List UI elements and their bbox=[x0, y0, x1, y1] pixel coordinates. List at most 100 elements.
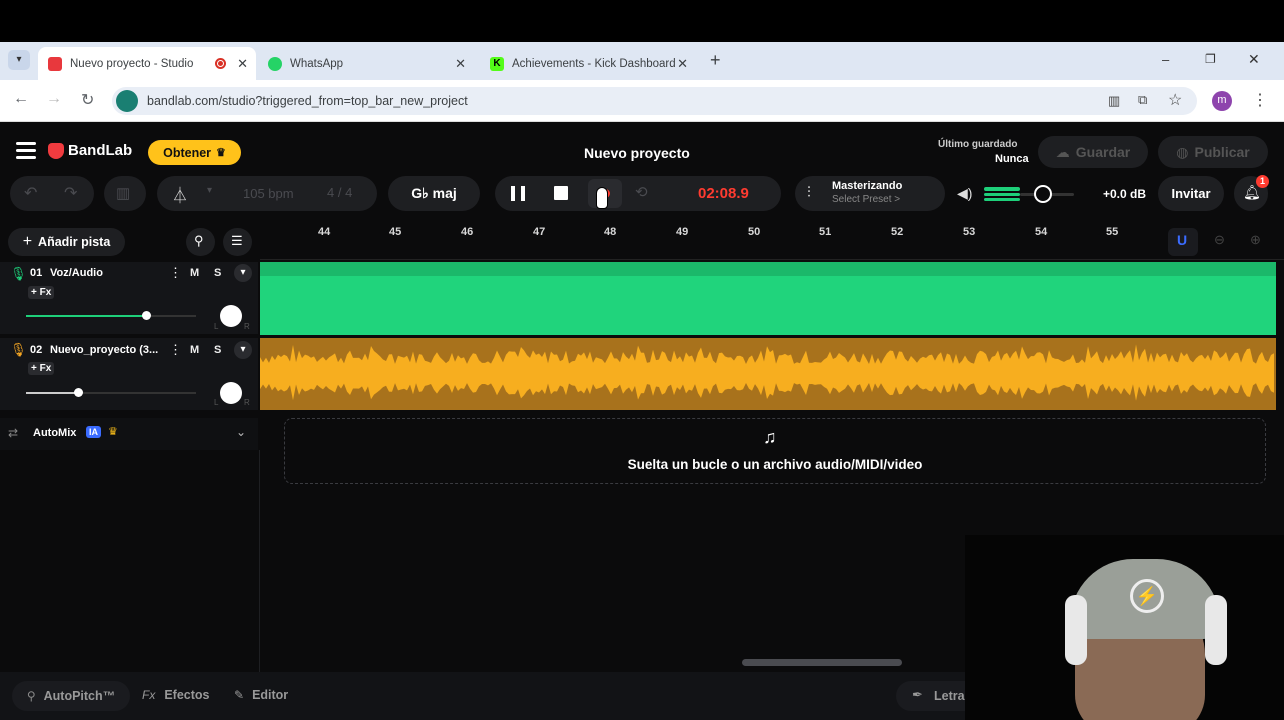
reading-mode-icon[interactable]: ▥ bbox=[1108, 93, 1120, 109]
track-menu-icon[interactable]: ⋮ bbox=[169, 342, 182, 358]
drop-zone-text: Suelta un bucle o un archivo audio/MIDI/… bbox=[627, 457, 923, 472]
bandlab-logo[interactable]: BandLab bbox=[48, 142, 132, 159]
shuffle-icon: ⇄ bbox=[8, 426, 19, 440]
cast-icon[interactable]: ⧉ bbox=[1138, 92, 1147, 108]
tab-title: WhatsApp bbox=[290, 57, 344, 70]
get-button-label: Obtener bbox=[163, 145, 212, 160]
audio-clip-nuevo-proyecto[interactable] bbox=[260, 338, 1276, 410]
magnet-icon: U bbox=[1177, 232, 1188, 248]
mute-button[interactable]: M bbox=[190, 267, 199, 279]
tab-kick[interactable]: K Achievements - Kick Dashboard ✕ bbox=[480, 47, 696, 80]
track-volume-slider[interactable] bbox=[26, 388, 196, 397]
notifications-button[interactable]: 🔔︎ 1 bbox=[1234, 175, 1269, 211]
invite-button[interactable]: Invitar bbox=[1158, 176, 1224, 211]
forward-arrow-icon[interactable]: → bbox=[46, 90, 62, 108]
track-name[interactable]: Voz/Audio bbox=[50, 267, 103, 279]
tuner-button[interactable]: ⚲ bbox=[186, 228, 215, 256]
waveform bbox=[260, 344, 1274, 401]
metronome-dropdown-icon[interactable]: ▾ bbox=[207, 185, 212, 196]
tab-title: Achievements - Kick Dashboard bbox=[512, 57, 676, 70]
snap-magnet-button[interactable]: U bbox=[1168, 228, 1198, 256]
fx-icon: Fx bbox=[142, 688, 156, 702]
pan-knob[interactable] bbox=[220, 382, 242, 404]
tab-whatsapp[interactable]: WhatsApp ✕ bbox=[258, 47, 474, 80]
track-volume-slider[interactable] bbox=[26, 311, 196, 320]
track-name[interactable]: Nuevo_proyecto (3... bbox=[50, 344, 158, 356]
time-signature[interactable]: 4 / 4 bbox=[327, 185, 352, 200]
restore-button[interactable]: ❐ bbox=[1205, 52, 1216, 66]
loop-icon[interactable]: ⟲ bbox=[635, 183, 648, 201]
add-track-button[interactable]: + Añadir pista bbox=[8, 228, 125, 256]
tab-studio[interactable]: Nuevo proyecto - Studio ✕ bbox=[38, 47, 256, 80]
autopitch-button[interactable]: ⚲ AutoPitch™ bbox=[12, 681, 130, 711]
close-window-button[interactable]: ✕ bbox=[1248, 51, 1260, 68]
bookmark-star-icon[interactable]: ☆ bbox=[1168, 90, 1182, 110]
master-volume-slider[interactable] bbox=[984, 185, 1074, 203]
mute-button[interactable]: M bbox=[190, 344, 199, 356]
add-fx-button[interactable]: + Fx bbox=[28, 362, 55, 375]
effects-button[interactable]: Fx Efectos bbox=[142, 688, 210, 702]
mixer-sliders-icon: ⫶ bbox=[807, 184, 811, 201]
metronome-icon[interactable]: ⏃ bbox=[172, 182, 188, 206]
track-header-1[interactable]: 🎙︎ 01 Voz/Audio ⋮ M S ▾ + Fx L R bbox=[0, 262, 258, 334]
browser-menu-icon[interactable]: ⋮ bbox=[1252, 90, 1268, 110]
solo-button[interactable]: S bbox=[214, 344, 221, 356]
solo-button[interactable]: S bbox=[214, 267, 221, 279]
hamburger-menu-icon[interactable] bbox=[16, 142, 36, 160]
expand-track-icon[interactable]: ▾ bbox=[234, 264, 252, 282]
zoom-out-icon[interactable]: ⊖ bbox=[1214, 232, 1225, 248]
horizontal-scrollbar[interactable] bbox=[742, 659, 902, 666]
key-selector[interactable]: G♭ maj bbox=[388, 176, 480, 211]
speaker-icon[interactable]: ◀) bbox=[957, 185, 972, 202]
ruler-mark: 54 bbox=[1035, 226, 1048, 238]
close-tab-icon[interactable]: ✕ bbox=[455, 56, 466, 72]
pause-button[interactable] bbox=[511, 186, 525, 201]
piano-icon: ▥ bbox=[116, 185, 131, 202]
pan-knob[interactable] bbox=[220, 305, 242, 327]
piano-keyboard-button[interactable]: ▥ bbox=[104, 176, 146, 211]
publish-label: Publicar bbox=[1194, 144, 1250, 160]
url-text: bandlab.com/studio?triggered_from=top_ba… bbox=[147, 94, 468, 108]
ruler-mark: 50 bbox=[748, 226, 761, 238]
reload-icon[interactable]: ↻ bbox=[81, 90, 94, 110]
track-settings-button[interactable]: ☰ bbox=[223, 228, 252, 256]
ruler-mark: 55 bbox=[1106, 226, 1119, 238]
automix-row[interactable]: ⇄ AutoMix IA ♛ ⌄ bbox=[0, 418, 258, 450]
new-tab-button[interactable]: + bbox=[710, 50, 721, 71]
expand-track-icon[interactable]: ▾ bbox=[234, 341, 252, 359]
mastering-button[interactable]: ⫶ Masterizando Select Preset > bbox=[795, 176, 945, 211]
save-button[interactable]: ☁ Guardar bbox=[1038, 136, 1148, 168]
audio-clip-voz[interactable] bbox=[260, 262, 1276, 335]
tempo-group: ⏃ ▾ 105 bpm 4 / 4 bbox=[157, 176, 377, 211]
back-arrow-icon[interactable]: ← bbox=[13, 90, 29, 108]
editor-label: Editor bbox=[252, 688, 289, 702]
project-title[interactable]: Nuevo proyecto bbox=[584, 145, 690, 161]
volume-knob[interactable] bbox=[1034, 185, 1052, 203]
redo-icon[interactable]: ↷ bbox=[64, 183, 77, 203]
ruler-mark: 53 bbox=[963, 226, 976, 238]
editor-button[interactable]: ✎ Editor bbox=[234, 688, 288, 702]
close-tab-icon[interactable]: ✕ bbox=[677, 56, 688, 72]
publish-button[interactable]: ◍ Publicar bbox=[1158, 136, 1268, 168]
notification-badge: 1 bbox=[1256, 175, 1269, 188]
chevron-down-icon[interactable]: ⌄ bbox=[236, 425, 246, 439]
volume-db: +0.0 dB bbox=[1103, 187, 1147, 201]
get-premium-button[interactable]: Obtener ♛ bbox=[148, 140, 241, 165]
track-header-2[interactable]: 🎙︎ 02 Nuevo_proyecto (3... ⋮ M S ▾ + Fx … bbox=[0, 338, 258, 410]
address-bar[interactable]: bandlab.com/studio?triggered_from=top_ba… bbox=[112, 87, 1197, 115]
last-saved-value: Nunca bbox=[995, 153, 1029, 165]
pan-right-label: R bbox=[244, 322, 250, 331]
undo-icon[interactable]: ↶ bbox=[24, 183, 37, 203]
tempo-value[interactable]: 105 bpm bbox=[243, 186, 294, 201]
profile-avatar[interactable]: m bbox=[1212, 91, 1232, 111]
close-tab-icon[interactable]: ✕ bbox=[237, 56, 248, 72]
zoom-in-icon[interactable]: ⊕ bbox=[1250, 232, 1261, 248]
add-fx-button[interactable]: + Fx bbox=[28, 286, 55, 299]
stop-button[interactable] bbox=[554, 186, 568, 200]
track-menu-icon[interactable]: ⋮ bbox=[169, 265, 182, 281]
timeline-ruler[interactable] bbox=[260, 222, 1284, 260]
tab-search-button[interactable]: ▾ bbox=[8, 50, 30, 70]
minimize-button[interactable]: – bbox=[1162, 52, 1169, 67]
drop-zone[interactable]: ♫ Suelta un bucle o un archivo audio/MID… bbox=[284, 418, 1266, 484]
site-info-icon[interactable] bbox=[116, 90, 138, 112]
